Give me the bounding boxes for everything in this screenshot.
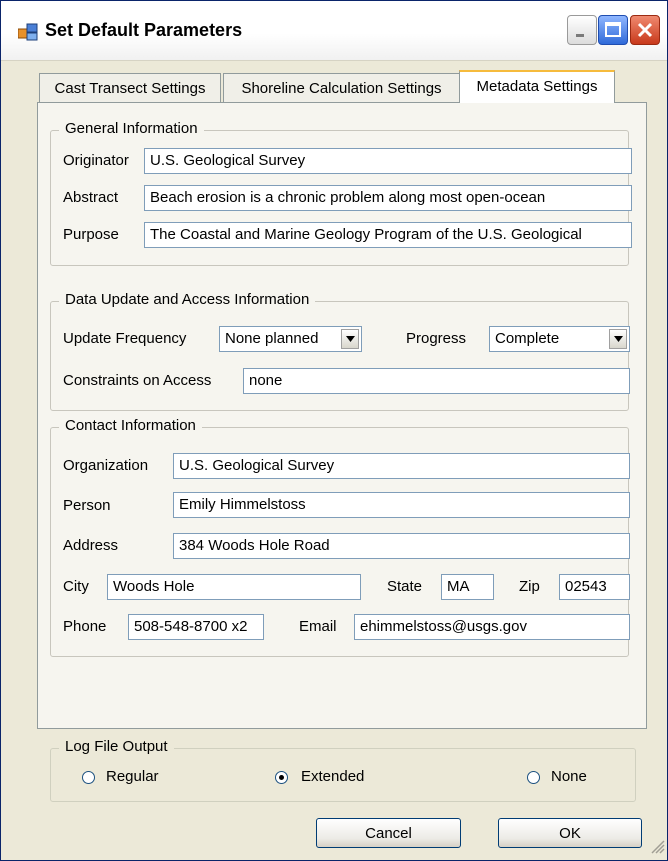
general-information-legend: General Information [59,120,204,137]
log-file-output-legend: Log File Output [59,738,174,755]
data-update-access-legend: Data Update and Access Information [59,291,316,308]
state-label: State [387,578,423,595]
abstract-field[interactable]: Beach erosion is a chronic problem along… [144,185,632,211]
close-icon [637,22,653,38]
organization-label: Organization [63,457,149,474]
maximize-icon [605,22,621,37]
constraints-field[interactable]: none [243,368,630,394]
person-label: Person [63,497,111,514]
abstract-label: Abstract [63,189,119,206]
data-update-access-group: Data Update and Access Information Updat… [50,291,630,411]
tab-shoreline-calculation-settings[interactable]: Shoreline Calculation Settings [223,73,460,102]
update-frequency-value: None planned [225,330,319,347]
dialog-window: Set Default Parameters Cast Transect Set… [0,0,668,861]
app-window-icon [17,23,38,41]
log-file-output-group: Log File Output Regular Extended None [50,738,636,802]
email-label: Email [299,618,337,635]
radio-extended[interactable] [275,771,288,784]
cancel-button[interactable]: Cancel [316,818,461,848]
contact-information-group: Contact Information Organization U.S. Ge… [50,417,630,657]
chevron-down-icon [614,336,623,342]
address-label: Address [63,537,119,554]
minimize-button[interactable] [567,15,597,45]
tab-cast-transect-settings[interactable]: Cast Transect Settings [39,73,221,102]
originator-field[interactable]: U.S. Geological Survey [144,148,632,174]
progress-dropdown-button[interactable] [609,329,627,349]
email-field[interactable]: ehimmelstoss@usgs.gov [354,614,630,640]
close-button[interactable] [630,15,660,45]
purpose-label: Purpose [63,226,119,243]
dialog-client-area: Cast Transect Settings Shoreline Calcula… [1,61,667,860]
update-frequency-label: Update Frequency [63,330,187,347]
radio-extended-label[interactable]: Extended [301,768,364,785]
progress-select[interactable]: Complete [489,326,630,352]
originator-label: Originator [63,152,129,169]
radio-regular[interactable] [82,771,95,784]
address-field[interactable]: 384 Woods Hole Road [173,533,630,559]
purpose-field[interactable]: The Coastal and Marine Geology Program o… [144,222,632,248]
zip-label: Zip [519,578,540,595]
progress-value: Complete [495,330,560,347]
resize-grip-icon[interactable] [649,838,665,858]
city-label: City [63,578,89,595]
title-bar[interactable]: Set Default Parameters [1,1,667,61]
city-field[interactable]: Woods Hole [107,574,361,600]
ok-button[interactable]: OK [498,818,642,848]
progress-label: Progress [406,330,467,347]
radio-regular-label[interactable]: Regular [106,768,159,785]
tab-panel: General Information Originator U.S. Geol… [37,102,647,729]
radio-none-label[interactable]: None [551,768,587,785]
general-information-group: General Information Originator U.S. Geol… [50,120,632,266]
update-frequency-dropdown-button[interactable] [341,329,359,349]
window-title: Set Default Parameters [45,20,243,40]
tab-metadata-settings[interactable]: Metadata Settings [459,70,615,103]
person-field[interactable]: Emily Himmelstoss [173,492,630,518]
zip-field[interactable]: 02543 [559,574,630,600]
constraints-label: Constraints on Access [63,372,212,389]
phone-label: Phone [63,618,107,635]
organization-field[interactable]: U.S. Geological Survey [173,453,630,479]
radio-none[interactable] [527,771,540,784]
phone-field[interactable]: 508-548-8700 x2 [128,614,264,640]
minimize-icon [576,34,584,37]
contact-information-legend: Contact Information [59,417,202,434]
update-frequency-select[interactable]: None planned [219,326,362,352]
chevron-down-icon [346,336,355,342]
state-field[interactable]: MA [441,574,494,600]
maximize-button[interactable] [598,15,628,45]
